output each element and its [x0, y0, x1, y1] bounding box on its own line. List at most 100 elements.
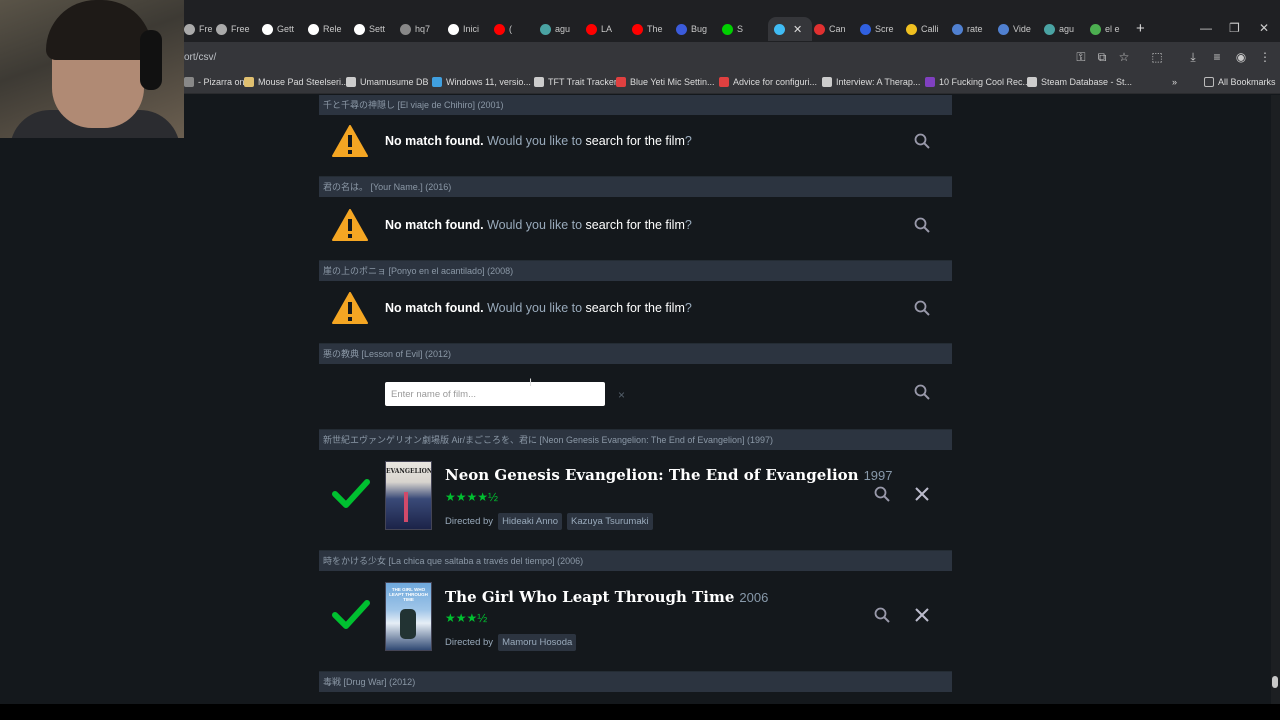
- browser-tab[interactable]: Bug: [676, 17, 716, 41]
- browser-tab[interactable]: S: [722, 17, 762, 41]
- search-film-link[interactable]: search for the film: [586, 134, 685, 148]
- browser-tab[interactable]: Rele: [308, 17, 348, 41]
- tab-label: Bug: [691, 24, 708, 34]
- directors-line: Directed by Mamoru Hosoda: [445, 634, 577, 651]
- film-title[interactable]: The Girl Who Leapt Through Time 2006: [445, 588, 768, 606]
- poster-figure: [400, 609, 416, 639]
- bookmark-favicon-icon: [616, 77, 626, 87]
- director-tag[interactable]: Mamoru Hosoda: [498, 634, 577, 651]
- bookmark-item[interactable]: Steam Database - St...: [1027, 77, 1132, 87]
- menu-icon[interactable]: ⋮: [1257, 49, 1273, 65]
- browser-tab[interactable]: Free: [216, 17, 254, 41]
- close-tab-icon[interactable]: ✕: [793, 23, 802, 36]
- browser-tab[interactable]: (: [494, 17, 534, 41]
- browser-tab[interactable]: Can: [814, 17, 854, 41]
- search-icon[interactable]: [914, 384, 930, 400]
- tab-label: (: [509, 24, 512, 34]
- tab-label: el e: [1105, 24, 1120, 34]
- browser-tab[interactable]: el e: [1090, 17, 1130, 41]
- browser-tab[interactable]: hq7: [400, 17, 442, 41]
- bookmark-item[interactable]: Interview: A Therap...: [822, 77, 920, 87]
- bookmark-item[interactable]: Umamusume DB: [346, 77, 429, 87]
- tab-favicon-icon: [676, 23, 687, 35]
- all-bookmarks-button[interactable]: All Bookmarks: [1204, 77, 1276, 87]
- tab-favicon-icon: [860, 23, 871, 35]
- clear-search-icon[interactable]: ×: [618, 388, 625, 402]
- media-control-icon[interactable]: ≡: [1209, 49, 1225, 65]
- scrollbar-thumb[interactable]: [1272, 676, 1278, 688]
- source-title-strip: 時をかける少女 [La chica que saltaba a través d…: [319, 551, 952, 571]
- tab-favicon-icon: [998, 23, 1009, 35]
- tab-label: Free: [231, 24, 250, 34]
- minimize-icon[interactable]: —: [1200, 21, 1212, 35]
- key-icon[interactable]: ⚿: [1073, 49, 1089, 65]
- search-icon[interactable]: [874, 607, 890, 623]
- poster-figure: [404, 492, 408, 522]
- bookmark-item[interactable]: 10 Fucking Cool Rec...: [925, 77, 1030, 87]
- bookmark-item[interactable]: Mouse Pad Steelseri...: [244, 77, 349, 87]
- browser-tab[interactable]: The: [632, 17, 672, 41]
- tab-label: The: [647, 24, 663, 34]
- browser-tab[interactable]: agu: [1044, 17, 1084, 41]
- browser-tab[interactable]: Sett: [354, 17, 394, 41]
- bookmark-favicon-icon: [244, 77, 254, 87]
- warning-icon: [332, 292, 368, 324]
- tab-favicon-icon: [632, 23, 643, 35]
- source-title-strip: 君の名は。 [Your Name.] (2016): [319, 177, 952, 197]
- search-icon[interactable]: [914, 217, 930, 233]
- browser-tab[interactable]: Scre: [860, 17, 900, 41]
- page-scrollbar[interactable]: [1271, 95, 1280, 704]
- bookmark-label: Umamusume DB: [360, 77, 429, 87]
- browser-tab[interactable]: Gett: [262, 17, 302, 41]
- browser-tab[interactable]: Vide: [998, 17, 1038, 41]
- remove-match-icon[interactable]: [914, 486, 930, 502]
- search-icon[interactable]: [914, 300, 930, 316]
- tab-label: rate: [967, 24, 983, 34]
- film-poster[interactable]: EVANGELION: [385, 461, 432, 530]
- install-app-icon[interactable]: ⧉: [1094, 49, 1110, 65]
- tab-favicon-icon: [216, 23, 227, 35]
- film-title[interactable]: Neon Genesis Evangelion: The End of Evan…: [445, 466, 892, 484]
- bookmark-label: Advice for configuri...: [733, 77, 818, 87]
- tab-label: Rele: [323, 24, 342, 34]
- browser-tab[interactable]: Inici: [448, 17, 488, 41]
- tab-label: Can: [829, 24, 846, 34]
- browser-tab[interactable]: Calli: [906, 17, 946, 41]
- bookmark-favicon-icon: [346, 77, 356, 87]
- browser-tab[interactable]: rate: [952, 17, 992, 41]
- extensions-icon[interactable]: ⬚: [1149, 49, 1165, 65]
- director-tag[interactable]: Kazuya Tsurumaki: [567, 513, 653, 530]
- taskbar-edge: [0, 704, 1280, 720]
- no-match-message: No match found. Would you like to search…: [385, 301, 692, 315]
- bookmark-item[interactable]: Advice for configuri...: [719, 77, 817, 87]
- search-film-link[interactable]: search for the film: [586, 218, 685, 232]
- maximize-icon[interactable]: ❐: [1229, 21, 1240, 35]
- search-icon[interactable]: [874, 486, 890, 502]
- new-tab-button[interactable]: +: [1136, 20, 1145, 37]
- browser-tab[interactable]: Free: [184, 17, 212, 41]
- bookmark-item[interactable]: - Pizarra on...: [184, 77, 252, 87]
- bookmark-item[interactable]: Blue Yeti Mic Settin...: [616, 77, 715, 87]
- search-icon[interactable]: [914, 133, 930, 149]
- tab-favicon-icon: [814, 23, 825, 35]
- close-window-icon[interactable]: ✕: [1259, 21, 1269, 35]
- bookmark-item[interactable]: Windows 11, versio...: [432, 77, 531, 87]
- remove-match-icon[interactable]: [914, 607, 930, 623]
- address-bar[interactable]: ort/csv/: [184, 52, 216, 63]
- tab-label: Free: [199, 24, 212, 34]
- bookmark-star-icon[interactable]: ☆: [1116, 49, 1132, 65]
- profile-avatar-icon[interactable]: ◉: [1233, 49, 1249, 65]
- bookmark-label: Windows 11, versio...: [446, 77, 531, 87]
- browser-tab[interactable]: agu: [540, 17, 580, 41]
- tab-favicon-icon: [308, 23, 319, 35]
- download-icon[interactable]: ⤓: [1185, 49, 1201, 65]
- bookmark-item[interactable]: TFT Trait Tracker: [534, 77, 617, 87]
- director-tag[interactable]: Hideaki Anno: [498, 513, 563, 530]
- bookmarks-overflow-button[interactable]: »: [1172, 77, 1177, 87]
- search-film-link[interactable]: search for the film: [586, 301, 685, 315]
- film-search-input[interactable]: [385, 382, 605, 406]
- film-poster[interactable]: THE GIRL WHO LEAPT THROUGH TIME: [385, 582, 432, 651]
- no-match-message: No match found. Would you like to search…: [385, 218, 692, 232]
- browser-tab[interactable]: LA: [586, 17, 626, 41]
- browser-tab[interactable]: ✕: [768, 17, 812, 41]
